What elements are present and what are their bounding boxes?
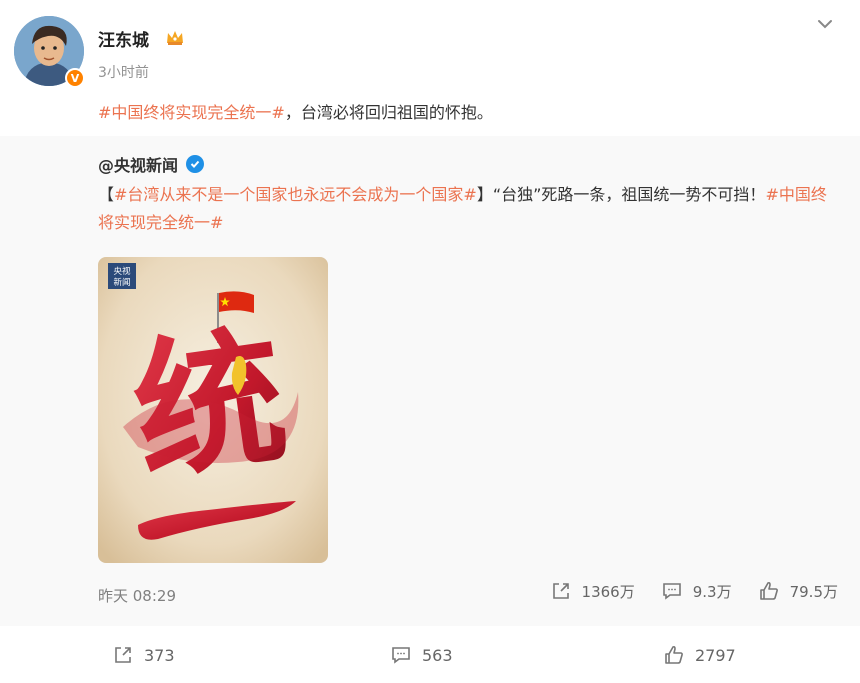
thumbs-up-icon <box>759 581 778 600</box>
original-date[interactable]: 昨天 08:29 <box>98 585 176 606</box>
like-button[interactable]: 2797 <box>663 644 736 666</box>
share-icon <box>115 647 131 663</box>
weibo-post: V 汪东城 3小时前 #中国终将实现完全统一#，台湾必将回归祖国的怀抱。 @央视… <box>0 0 860 683</box>
logo-line1: 央视 <box>113 266 131 277</box>
action-toolbar: 373 563 2797 <box>0 626 860 683</box>
news-image[interactable]: 央视 新闻 统 一 <box>98 257 328 563</box>
repost-count: 1366万 <box>581 582 635 601</box>
original-author[interactable]: @央视新闻 <box>98 152 178 176</box>
post-text: #中国终将实现完全统一#，台湾必将回归祖国的怀抱。 <box>98 99 493 123</box>
repost-count: 373 <box>144 645 175 665</box>
verified-badge-icon: V <box>65 68 85 88</box>
original-like-button[interactable]: 79.5万 <box>758 580 838 602</box>
logo-line2: 新闻 <box>113 277 130 288</box>
original-repost-button[interactable]: 1366万 <box>550 580 635 602</box>
like-count: 79.5万 <box>789 582 838 601</box>
username[interactable]: 汪东城 <box>98 26 149 51</box>
post-time[interactable]: 3小时前 <box>98 62 149 82</box>
hashtag-link[interactable]: #台湾从来不是一个国家也永远不会成为一个国家# <box>114 185 477 204</box>
reposted-content: @央视新闻 【#台湾从来不是一个国家也永远不会成为一个国家#】“台独”死路一条，… <box>0 136 860 626</box>
hashtag-link[interactable]: #中国终将实现完全统一# <box>98 103 285 122</box>
original-text: 【#台湾从来不是一个国家也永远不会成为一个国家#】“台独”死路一条，祖国统一势不… <box>98 181 838 237</box>
crown-icon <box>167 31 183 45</box>
comment-button[interactable]: 563 <box>390 644 453 666</box>
like-count: 2797 <box>695 645 736 665</box>
comment-count: 563 <box>422 645 453 665</box>
original-stats: 1366万 9.3万 79.5万 <box>524 580 838 602</box>
repost-button[interactable]: 373 <box>112 644 175 666</box>
comment-icon <box>392 647 410 664</box>
thumbs-up-icon <box>665 645 683 664</box>
share-icon <box>552 583 569 599</box>
original-text-body: 】“台独”死路一条，祖国统一势不可挡！ <box>476 185 766 204</box>
chevron-down-icon[interactable] <box>815 14 835 34</box>
bracket-open: 【 <box>98 185 115 204</box>
original-comment-button[interactable]: 9.3万 <box>661 580 732 602</box>
comment-icon <box>662 583 681 600</box>
post-text-body: ，台湾必将回归祖国的怀抱。 <box>284 103 493 122</box>
blue-verified-icon <box>186 155 205 173</box>
comment-count: 9.3万 <box>692 582 732 601</box>
original-author-row: @央视新闻 <box>98 152 205 176</box>
